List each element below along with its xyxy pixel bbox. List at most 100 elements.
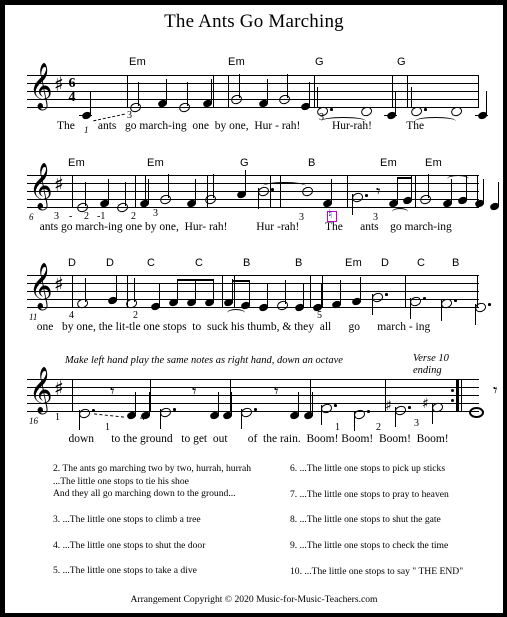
key-signature-sharp-icon: ♯	[54, 272, 64, 296]
note-stem	[441, 300, 443, 321]
verse-item: 2. The ants go marching two by two, hurr…	[53, 463, 252, 500]
treble-clef-icon: 𝄞	[29, 263, 53, 309]
note-stem	[267, 284, 269, 308]
repeat-barline	[456, 379, 459, 412]
barline	[228, 75, 229, 108]
lyrics-line: one by one, the lit-tle one stops to suc…	[31, 321, 431, 333]
staff: 𝄞 ♯ 𝄾 𝄾 𝄾 ♯ ♯ 𝄾	[27, 370, 498, 431]
staff: 𝄞 ♯ 6 4	[27, 66, 488, 122]
notehead	[177, 101, 192, 114]
augmentation-dot	[92, 409, 95, 412]
fingering-number: 5	[317, 310, 322, 321]
barline	[405, 275, 406, 308]
staff: 𝄞 ♯	[27, 266, 491, 325]
notehead	[203, 193, 218, 206]
fingering-number: 1	[335, 422, 340, 433]
note-stem	[483, 179, 485, 203]
note-stem	[321, 405, 323, 425]
note-stem	[85, 182, 87, 206]
chord-symbol: Em	[345, 257, 363, 269]
chord-symbol: G	[240, 157, 249, 169]
fingering-number: 1	[55, 412, 60, 423]
verse-item: 10. ...The little one stops to say " THE…	[290, 565, 464, 577]
note-stem	[258, 188, 260, 209]
barline	[415, 175, 416, 208]
note-stem	[340, 280, 342, 304]
measure-number: 16	[29, 416, 38, 426]
sharp-icon: ♯	[385, 398, 392, 414]
chord-symbol: Em	[228, 56, 246, 68]
staff-line	[27, 283, 479, 284]
chord-symbol: C	[417, 257, 426, 269]
verse-item: 3. ...The little one stops to climb a tr…	[53, 513, 201, 525]
note-stem	[90, 91, 92, 115]
note-stem	[428, 174, 430, 198]
note-stem	[285, 280, 287, 304]
key-signature-sharp-icon: ♯	[54, 72, 64, 96]
augmentation-dot	[367, 410, 370, 413]
note-stem	[108, 179, 110, 203]
staff-line	[27, 379, 479, 380]
note-stem	[395, 407, 397, 427]
note-stem	[298, 392, 300, 416]
note-stem	[410, 298, 412, 319]
note-stem	[213, 279, 215, 303]
note-stem	[187, 82, 189, 106]
chord-symbol: Em	[380, 157, 398, 169]
page-title: The Ants Go Marching	[164, 11, 344, 32]
note-stem	[354, 411, 356, 431]
chord-symbol: B	[243, 257, 251, 269]
note-stem	[166, 79, 168, 103]
note-stem	[360, 277, 362, 301]
note-stem	[312, 392, 314, 416]
note-stem	[135, 392, 137, 416]
barline	[310, 275, 311, 308]
note-stem	[287, 74, 289, 98]
barline	[314, 75, 315, 108]
notehead	[277, 93, 292, 106]
augmentation-dot	[423, 297, 426, 300]
barline	[222, 275, 223, 308]
note-stem	[177, 279, 179, 303]
notehead	[275, 299, 290, 312]
quarter-rest: 𝄾	[274, 382, 279, 402]
note-stem	[352, 194, 354, 215]
quarter-rest: 𝄾	[493, 381, 498, 401]
barline	[310, 379, 311, 412]
barline	[72, 379, 73, 412]
chord-symbol: Em	[147, 157, 165, 169]
chord-symbol: Em	[129, 56, 147, 68]
note-stem	[317, 87, 319, 108]
treble-clef-icon: 𝄞	[29, 163, 53, 209]
beam	[397, 177, 412, 180]
verse-item: 6. ...The little one stops to pick up st…	[290, 463, 446, 474]
slur	[392, 208, 408, 216]
note-stem	[241, 409, 243, 429]
note-stem	[232, 279, 234, 303]
augmentation-dot	[454, 299, 457, 302]
note-stem	[397, 179, 399, 203]
lyrics-line: down to the ground to get out of the rai…	[57, 433, 449, 445]
note-stem	[148, 179, 150, 203]
notehead	[229, 93, 244, 106]
note-stem	[303, 284, 305, 308]
treble-clef-icon: 𝄞	[29, 367, 53, 413]
time-signature-top: 6	[68, 76, 76, 91]
chord-symbol: B	[452, 257, 460, 269]
notehead	[418, 193, 433, 206]
staff: 𝄞 ♯	[27, 166, 500, 215]
whole-notehead	[469, 407, 484, 418]
barline	[270, 175, 271, 208]
sheet-music-page: The Ants Go Marching Em Em G G 𝄞 ♯ 6 4 1…	[0, 0, 507, 617]
tie	[263, 182, 306, 190]
fingering-number: 4	[69, 310, 74, 321]
note-stem	[211, 79, 213, 103]
chord-symbol: D	[381, 257, 390, 269]
chord-symbol: C	[195, 257, 204, 269]
treble-clef-icon: 𝄞	[29, 63, 53, 109]
note-stem	[486, 91, 488, 115]
staff-line	[27, 83, 479, 84]
barline	[72, 275, 73, 308]
augmentation-dot	[173, 408, 176, 411]
chord-symbol: G	[315, 56, 324, 68]
